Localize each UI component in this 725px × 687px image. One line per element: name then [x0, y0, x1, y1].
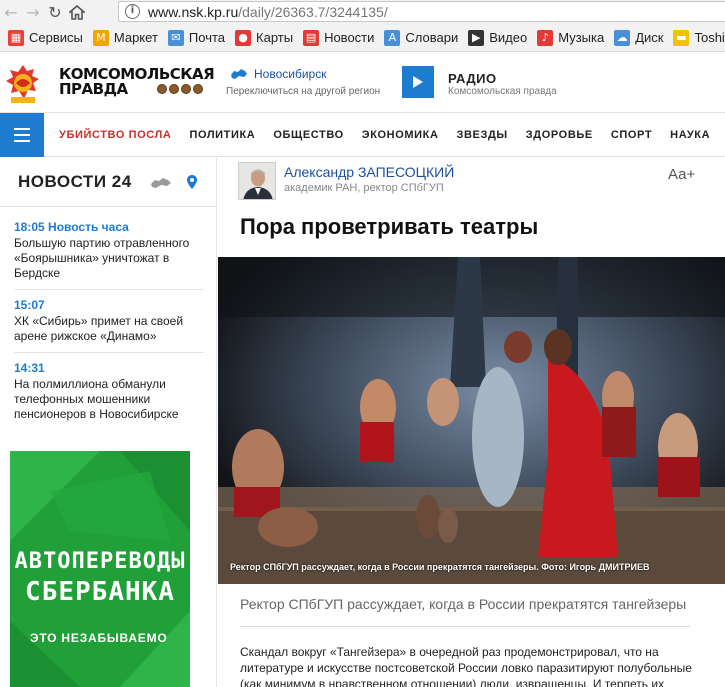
home-icon[interactable]	[66, 1, 88, 23]
author-name-link[interactable]: Александр ЗАПЕСОЦКИЙ	[284, 164, 454, 180]
radio-subtitle: Комсомольская правда	[448, 86, 557, 97]
music-icon: ♪	[537, 29, 554, 46]
font-size-toggle[interactable]: Аа+	[668, 166, 695, 183]
russia-map-icon[interactable]	[150, 177, 172, 189]
forward-arrow-icon[interactable]: →	[22, 1, 44, 23]
back-arrow-icon[interactable]: ←	[0, 1, 22, 23]
bookmark-item[interactable]: ☁ Диск	[614, 29, 664, 46]
url-text: www.nsk.kp.ru/daily/26363.7/3244135/	[148, 4, 388, 20]
main-nav: УБИЙСТВО ПОСЛА ПОЛИТИКА ОБЩЕСТВО ЭКОНОМИКА З…	[0, 113, 725, 157]
rooster-logo-icon[interactable]	[2, 61, 44, 107]
address-bar[interactable]: i www.nsk.kp.ru/daily/26363.7/3244135/	[118, 1, 725, 22]
bookmark-label: Видео	[489, 30, 528, 45]
browser-toolbar: ← → ↻ i www.nsk.kp.ru/daily/26363.7/3244…	[0, 0, 725, 24]
nav-item[interactable]: ЭКОНОМИКА	[362, 129, 439, 141]
nav-item[interactable]: ОБЩЕСТВО	[273, 129, 343, 141]
bookmark-item[interactable]: A Словари	[384, 29, 459, 46]
radio-title[interactable]: РАДИО	[448, 71, 497, 86]
reload-icon[interactable]: ↻	[44, 1, 66, 23]
news-time: 14:31	[14, 361, 45, 375]
bookmark-item[interactable]: ✉ Почта	[167, 29, 226, 46]
bookmark-item[interactable]: ▤ Новости	[303, 29, 375, 46]
news24-title[interactable]: НОВОСТИ 24	[18, 172, 132, 192]
nav-item[interactable]: ЗДОРОВЬЕ	[526, 129, 593, 141]
folder-icon: ▬	[673, 29, 690, 46]
radio-play-button[interactable]	[402, 66, 434, 98]
photo-caption: Ректор СПбГУП рассуждает, когда в России…	[230, 562, 650, 572]
ad-banner[interactable]: АВТОПЕРЕВОДЫ СБЕРБАНКА ЭТО НЕЗАБЫВАЕМО	[10, 451, 190, 687]
market-icon: М	[92, 29, 109, 46]
nav-item[interactable]: ПОЛИТИКА	[189, 129, 255, 141]
brand-name-line2[interactable]: ПРАВДА	[59, 80, 128, 98]
nav-item[interactable]: НАУКА	[670, 129, 710, 141]
bookmark-item[interactable]: ▦ Сервисы	[8, 29, 83, 46]
nav-item[interactable]: УБИЙСТВО ПОСЛА	[59, 129, 171, 141]
bookmark-item[interactable]: ▶ Видео	[468, 29, 528, 46]
bookmark-label: Карты	[256, 30, 294, 45]
ad-headline-line2: СБЕРБАНКА	[25, 577, 175, 607]
ad-headline-line1: АВТОПЕРЕВОДЫ	[14, 549, 186, 574]
bookmark-item[interactable]: ● Карты	[235, 29, 294, 46]
bookmark-label: Маркет	[113, 30, 158, 45]
bookmark-label: Музыка	[558, 30, 605, 45]
news-item[interactable]: 14:31 На полмиллиона обманули телефонных …	[14, 361, 204, 430]
site-header: КОМСОМОЛЬСКАЯ ПРАВДА Новосибирск Переклю…	[0, 53, 725, 113]
bookmark-label: Сервисы	[29, 30, 83, 45]
nav-item[interactable]: СПОРТ	[611, 129, 652, 141]
article-body: Скандал вокруг «Тангейзера» в очередной …	[240, 645, 692, 687]
article-lead: Ректор СПбГУП рассуждает, когда в России…	[240, 596, 687, 612]
article-title: Пора проветривать театры	[240, 214, 539, 239]
divider	[0, 206, 216, 207]
nav-item[interactable]: ЗВЕЗДЫ	[457, 129, 508, 141]
bookmarks-bar: ▦ Сервисы М Маркет ✉ Почта ● Карты ▤ Новости A Слов…	[0, 24, 725, 52]
news-icon: ▤	[303, 29, 320, 46]
author-avatar[interactable]	[238, 162, 276, 200]
news-headline-link[interactable]: На полмиллиона обманули телефонных мошен…	[14, 377, 204, 422]
dictionary-icon: A	[384, 29, 401, 46]
bookmark-item[interactable]: ♪ Музыка	[537, 29, 605, 46]
disk-icon: ☁	[614, 29, 631, 46]
bookmark-item[interactable]: ▬ Toshiba	[673, 29, 725, 46]
hamburger-menu-icon[interactable]	[0, 113, 44, 157]
play-icon	[413, 76, 423, 88]
stage-photo-image	[218, 257, 725, 584]
russia-map-icon	[231, 69, 247, 79]
author-title: академик РАН, ректор СПбГУП	[284, 182, 444, 194]
mail-icon: ✉	[167, 29, 184, 46]
apps-grid-icon: ▦	[8, 29, 24, 46]
bookmark-label: Toshiba	[694, 30, 725, 45]
news-time: 18:05 Новость часа	[14, 220, 129, 234]
news-item[interactable]: 15:07 ХК «Сибирь» примет на своей арене р…	[14, 298, 204, 353]
bookmark-label: Почта	[188, 30, 226, 45]
bookmark-item[interactable]: М Маркет	[92, 29, 158, 46]
news-headline-link[interactable]: Большую партию отравленного «Боярышника»…	[14, 236, 204, 281]
map-pin-icon: ●	[235, 29, 252, 46]
brand-medals-icon	[157, 84, 203, 94]
news-item[interactable]: 18:05 Новость часа Большую партию отравле…	[14, 220, 204, 290]
video-icon: ▶	[468, 29, 485, 46]
bookmark-label: Диск	[635, 30, 664, 45]
url-path: /daily/26363.7/3244135/	[238, 3, 388, 20]
news-time: 15:07	[14, 298, 45, 312]
region-switch-link[interactable]: Переключиться на другой регион	[226, 86, 380, 97]
ad-slogan: ЭТО НЕЗАБЫВАЕМО	[30, 631, 168, 645]
divider	[240, 626, 690, 627]
bookmark-label: Словари	[405, 30, 459, 45]
region-name-link[interactable]: Новосибирск	[254, 67, 326, 81]
url-host: www.nsk.kp.ru	[148, 3, 239, 20]
article-photo[interactable]: Ректор СПбГУП рассуждает, когда в России…	[218, 257, 725, 584]
site-info-icon[interactable]: i	[125, 4, 140, 19]
bookmark-label: Новости	[324, 30, 375, 45]
news-headline-link[interactable]: ХК «Сибирь» примет на своей арене рижско…	[14, 314, 204, 344]
news24-list: 18:05 Новость часа Большую партию отравле…	[14, 220, 204, 438]
nav-items: УБИЙСТВО ПОСЛА ПОЛИТИКА ОБЩЕСТВО ЭКОНОМИКА З…	[59, 113, 725, 157]
location-pin-icon[interactable]	[186, 174, 198, 190]
